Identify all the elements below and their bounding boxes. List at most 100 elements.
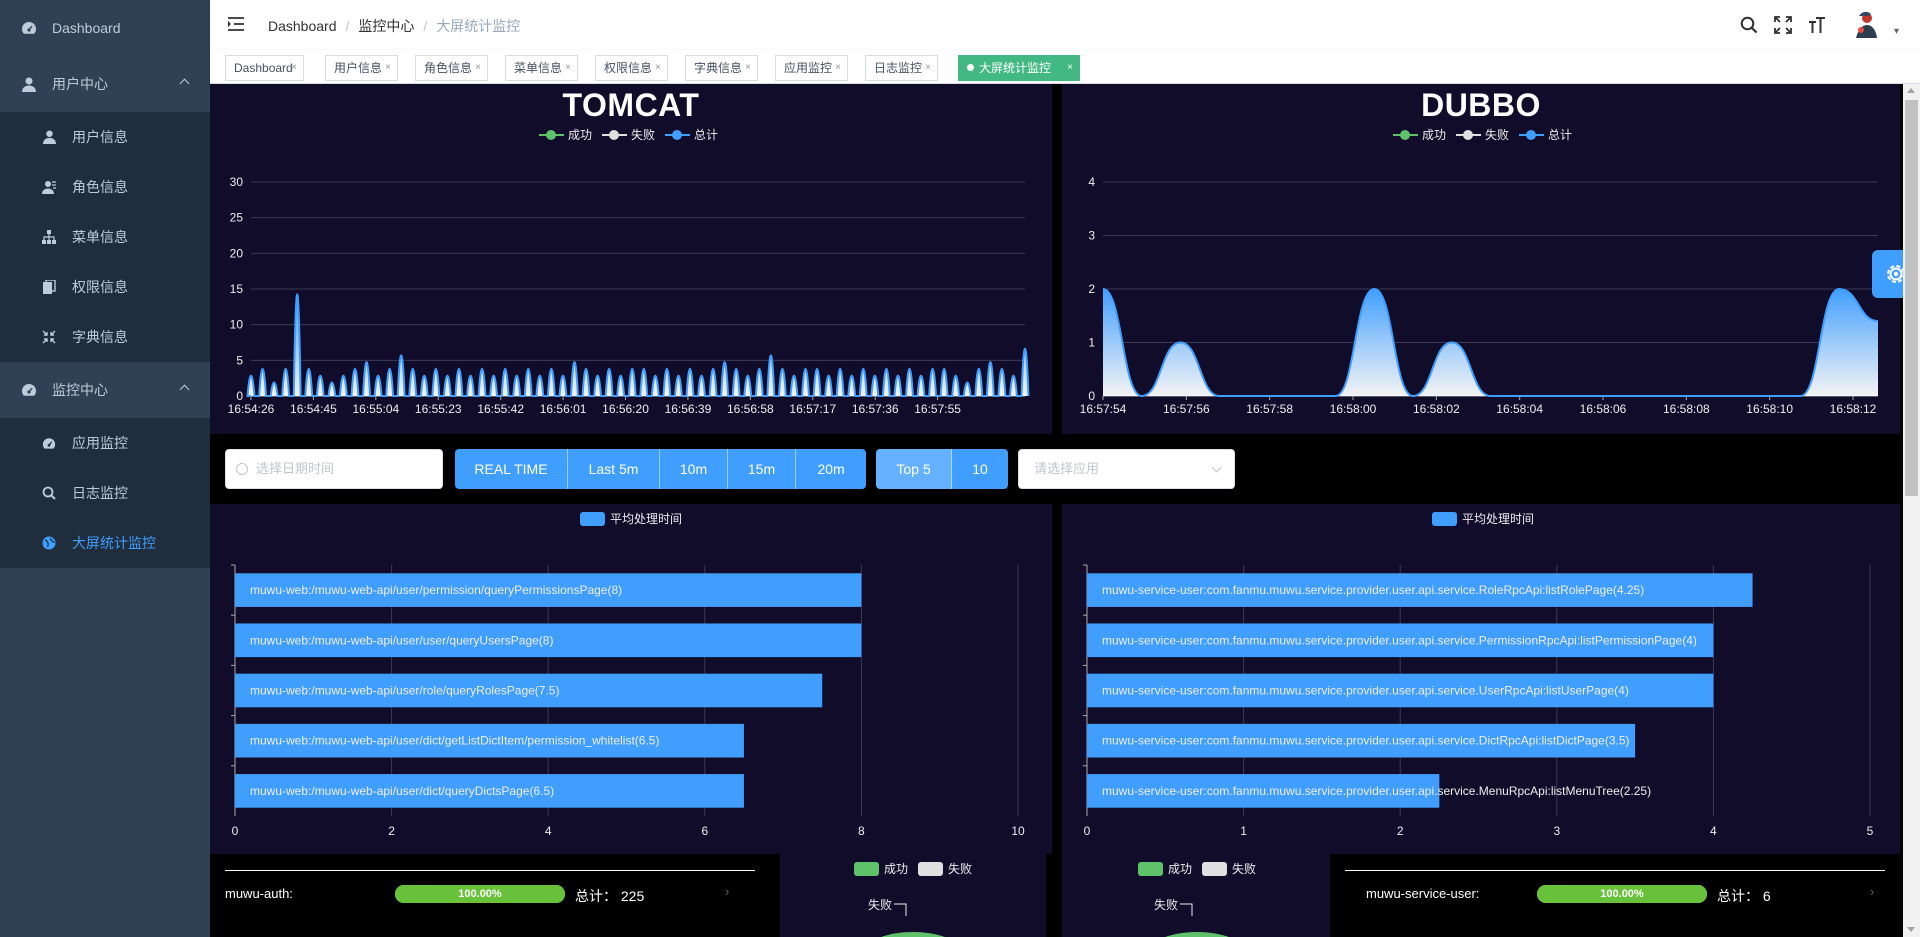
20m-button[interactable]: 20m [796, 449, 866, 489]
close-icon[interactable]: × [565, 56, 571, 80]
divider [225, 870, 755, 871]
scrollbar-thumb[interactable] [1905, 100, 1918, 496]
total-series-line [246, 293, 1030, 397]
y-tick-label: 5 [236, 353, 243, 367]
dubbo-panel: DUBBO 成功 失败 总计 0 1 2 3 4 16:57:54 16:57:56 16:5… [1062, 84, 1900, 434]
bar-label: muwu-service-user:com.fanmu.muwu.service… [1102, 633, 1697, 647]
chevron-right-icon[interactable]: › [725, 884, 729, 899]
sidebar-item-menu-info[interactable]: 菜单信息 [0, 212, 210, 262]
tag-screen-monitor[interactable]: 大屏统计监控 × [958, 55, 1080, 81]
sidebar-item-user-center[interactable]: 用户中心 [0, 59, 210, 109]
sidebar-item-monitor-center[interactable]: 监控中心 [0, 365, 210, 415]
bar-label: muwu-web:/muwu-web-api/user/permission/q… [250, 583, 622, 597]
x-tick-label: 16:58:02 [1413, 402, 1460, 416]
x-tick-label: 16:57:17 [789, 402, 836, 416]
sidebar-item-label: 角色信息 [72, 179, 128, 195]
x-tick-label: 16:54:26 [228, 402, 275, 416]
active-dot-icon [967, 64, 974, 72]
sidebar-item-label: 日志监控 [72, 485, 128, 501]
y-tick-label: 0 [236, 389, 243, 403]
pie-slice-success [1165, 932, 1229, 937]
tag-dict-info[interactable]: 字典信息 × [685, 55, 758, 81]
tag-dashboard[interactable]: Dashboard × [225, 55, 304, 81]
app-select[interactable]: 请选择应用 [1018, 449, 1235, 489]
tag-user-info[interactable]: 用户信息 × [325, 55, 398, 81]
sidebar-item-screen-monitor[interactable]: 大屏统计监控 [0, 518, 210, 568]
sidebar-item-label: 用户信息 [72, 129, 128, 145]
chevron-up-icon [179, 384, 190, 395]
scroll-down-arrow-icon[interactable] [1907, 927, 1915, 932]
top-10-button[interactable]: 10 [952, 449, 1008, 489]
15m-button[interactable]: 15m [728, 449, 796, 489]
sidebar-item-role-info[interactable]: 角色信息 [0, 162, 210, 212]
sidebar: Dashboard 用户中心 用户信息 角色信息 菜单信息 权限信息 字典信息 … [0, 0, 210, 937]
x-tick-label: 4 [545, 824, 552, 838]
bar-label: muwu-web:/muwu-web-api/user/dict/queryDi… [250, 784, 554, 798]
close-icon[interactable]: × [291, 56, 297, 80]
realtime-button[interactable]: REAL TIME [455, 449, 568, 489]
sidebar-item-dashboard[interactable]: Dashboard [0, 3, 210, 53]
close-icon[interactable]: × [835, 56, 841, 80]
font-size-icon[interactable] [1806, 14, 1828, 36]
stat-total: 总计： 6 [1717, 888, 1771, 904]
x-tick-label: 4 [1710, 824, 1717, 838]
tag-label: 菜单信息 [514, 61, 563, 75]
x-tick-label: 1 [1240, 824, 1247, 838]
stat-app-name: muwu-service-user: [1366, 886, 1480, 901]
tag-log-monitor[interactable]: 日志监控 × [865, 55, 938, 81]
pie-slice-success [881, 932, 945, 937]
close-icon[interactable]: × [1067, 56, 1073, 80]
hamburger-icon[interactable] [228, 17, 244, 36]
tag-permission-info[interactable]: 权限信息 × [595, 55, 668, 81]
x-tick-label: 16:55:04 [352, 402, 399, 416]
y-tick-label: 20 [230, 246, 244, 260]
y-tick-label: 2 [1088, 282, 1095, 296]
top-5-button[interactable]: Top 5 [876, 449, 952, 489]
tomcat-chart: 0 5 10 15 20 25 30 16:54:26 16:54:45 16:55:04 16:5… [228, 175, 1030, 416]
sidebar-item-app-monitor[interactable]: 应用监控 [0, 418, 210, 468]
fullscreen-icon[interactable] [1772, 14, 1794, 36]
x-tick-label: 16:54:45 [290, 402, 337, 416]
tag-menu-info[interactable]: 菜单信息 × [505, 55, 578, 81]
avatar[interactable] [1848, 8, 1882, 42]
sidebar-item-label: 菜单信息 [72, 229, 128, 245]
breadcrumb-separator: / [423, 18, 428, 34]
sidebar-item-log-monitor[interactable]: 日志监控 [0, 468, 210, 518]
date-placeholder: 选择日期时间 [256, 461, 335, 476]
divider [1345, 870, 1885, 871]
breadcrumb-item[interactable]: Dashboard [268, 18, 337, 34]
tag-label: Dashboard [234, 61, 293, 75]
x-tick-label: 16:58:12 [1830, 402, 1877, 416]
y-tick-label: 30 [230, 175, 244, 189]
bar-label: muwu-service-user:com.fanmu.muwu.service… [1102, 583, 1644, 597]
top-n-group: Top 5 10 [876, 449, 1008, 489]
tag-role-info[interactable]: 角色信息 × [415, 55, 488, 81]
10m-button[interactable]: 10m [660, 449, 728, 489]
close-icon[interactable]: × [745, 56, 751, 80]
search-icon[interactable] [1738, 14, 1760, 36]
close-icon[interactable]: × [655, 56, 661, 80]
close-icon[interactable]: × [925, 56, 931, 80]
caret-down-icon[interactable]: ▾ [1894, 26, 1899, 37]
sidebar-item-label: 监控中心 [52, 382, 108, 398]
close-icon[interactable]: × [475, 56, 481, 80]
breadcrumb-item[interactable]: 监控中心 [358, 16, 414, 36]
tag-app-monitor[interactable]: 应用监控 × [775, 55, 848, 81]
vertical-scrollbar[interactable] [1903, 84, 1920, 937]
sidebar-item-user-info[interactable]: 用户信息 [0, 112, 210, 162]
chevron-right-icon[interactable]: › [1870, 884, 1874, 899]
y-tick-label: 15 [230, 282, 244, 296]
date-picker-input[interactable]: 选择日期时间 [225, 449, 443, 489]
stat-app-name: muwu-auth: [225, 886, 293, 901]
sidebar-item-permission-info[interactable]: 权限信息 [0, 262, 210, 312]
x-tick-label: 16:56:20 [602, 402, 649, 416]
x-tick-label: 16:56:58 [727, 402, 774, 416]
sidebar-item-dict-info[interactable]: 字典信息 [0, 312, 210, 362]
sidebar-item-label: 字典信息 [72, 329, 128, 345]
scroll-up-arrow-icon[interactable] [1907, 88, 1915, 93]
service-pie-panel: 成功 失败 失败 [1062, 854, 1330, 937]
last-5m-button[interactable]: Last 5m [568, 449, 660, 489]
x-tick-label: 8 [858, 824, 865, 838]
bar-label: muwu-service-user:com.fanmu.muwu.service… [1102, 734, 1630, 748]
close-icon[interactable]: × [385, 56, 391, 80]
